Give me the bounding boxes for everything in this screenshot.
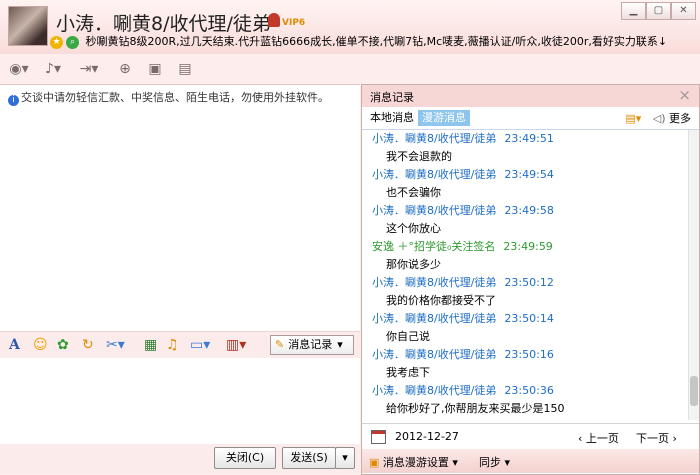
vip-badge: VIP6 — [268, 13, 305, 31]
message-header: 小涛．唰黄8/收代理/徒弟 23:49:51 — [362, 130, 687, 148]
message-text: 我不会退款的 — [386, 150, 452, 163]
message-text: 我的价格你都接受不了 — [386, 294, 496, 307]
message-time: 23:50:14 — [504, 312, 554, 325]
message-sender[interactable]: 小涛．唰黄8/收代理/徒弟 — [372, 168, 496, 181]
font-icon[interactable]: A — [9, 337, 20, 353]
message-text: 我考虑下 — [386, 366, 430, 379]
message-header: 小涛．唰黄8/收代理/徒弟 23:50:14 — [362, 310, 687, 328]
send-button[interactable]: 发送(S) — [282, 447, 336, 469]
chat-toolbar: ◉▾ ♪▾ ⇥▾ ⊕ ▣ ▤ — [0, 54, 700, 84]
avatar[interactable] — [8, 6, 48, 46]
scrollbar[interactable] — [688, 130, 699, 420]
message-sender[interactable]: 小涛．唰黄8/收代理/徒弟 — [372, 132, 496, 145]
message-sender[interactable]: 小涛．唰黄8/收代理/徒弟 — [372, 204, 496, 217]
history-tabs: 本地消息 漫游消息 ▤▾ ◁) 更多 — [362, 107, 699, 130]
send-options-button[interactable]: ▾ — [335, 447, 355, 469]
scrollbar-thumb[interactable] — [690, 376, 698, 406]
history-bottom-bar: ▣ 消息漫游设置 ▾ 同步 ▾ — [362, 449, 699, 473]
screen-share-icon[interactable]: ▣ — [141, 59, 169, 79]
history-tools: ▤▾ ◁) 更多 — [625, 110, 691, 126]
toolbox-icon[interactable]: ▥▾ — [226, 337, 246, 353]
message-header: 小涛．唰黄8/收代理/徒弟 23:49:58 — [362, 202, 687, 220]
message-text: 这个你放心 — [386, 222, 441, 235]
history-icon: ✎ — [275, 338, 285, 351]
message-time: 23:49:54 — [504, 168, 554, 181]
history-title: 消息记录 — [370, 91, 414, 104]
more-button[interactable]: 更多 — [669, 112, 691, 125]
nudge-icon[interactable]: ↻ — [82, 337, 94, 353]
message-header: 小涛．唰黄8/收代理/徒弟 23:49:54 — [362, 166, 687, 184]
speaker-icon[interactable]: ◁) — [653, 112, 666, 125]
message-input[interactable] — [0, 358, 360, 444]
history-title-bar: 消息记录 × — [362, 85, 699, 107]
window-controls: ▁ ▢ ✕ — [621, 2, 696, 20]
prev-page-link[interactable]: ‹ 上一页 — [578, 430, 619, 446]
settings-icon: ▣ — [369, 456, 380, 469]
tab-local-messages[interactable]: 本地消息 — [366, 110, 418, 126]
message-header: 小涛．唰黄8/收代理/徒弟 23:50:36 — [362, 382, 687, 400]
signature-row: ★ ⌕ 秒唰黄钻8级200R,过几天结束.代升蓝钻6666成长,催单不接,代唰7钻… — [50, 33, 667, 49]
message-sender[interactable]: 安逸 ＋°招学徒₀关注签名 — [372, 240, 495, 253]
message-header: 小涛．唰黄8/收代理/徒弟 23:50:16 — [362, 346, 687, 364]
message-list: 小涛．唰黄8/收代理/徒弟 23:49:51 我不会退款的 小涛．唰黄8/收代理/徒弟… — [362, 130, 687, 420]
emoji-icon[interactable]: ☺ — [33, 337, 48, 353]
maximize-button[interactable]: ▢ — [646, 2, 671, 20]
close-window-button[interactable]: ✕ — [671, 2, 696, 20]
message-text: 也不会骗你 — [386, 186, 441, 199]
message-header: 小涛．唰黄8/收代理/徒弟23:50:41 — [362, 418, 687, 420]
message-sender[interactable]: 小涛．唰黄8/收代理/徒弟 — [372, 312, 496, 325]
history-footer: 2012-12-27 ‹ 上一页 下一页 › — [362, 423, 699, 450]
screenshot-icon[interactable]: ✂▾ — [106, 337, 125, 353]
message-time: 23:49:58 — [504, 204, 554, 217]
magic-emoji-icon[interactable]: ✿ — [57, 337, 69, 353]
music-icon[interactable]: ♫ — [166, 337, 179, 353]
history-date[interactable]: 2012-12-27 — [395, 430, 459, 443]
message-time: 23:50:16 — [504, 348, 554, 361]
search-icon[interactable]: ⌕ — [66, 35, 79, 49]
message-time: 23:50:12 — [504, 276, 554, 289]
add-friend-icon[interactable]: ⊕ — [111, 59, 139, 79]
contact-nickname: 小涛．唰黄8/收代理/徒弟 — [56, 13, 271, 35]
screen-icon[interactable]: ▭▾ — [190, 337, 210, 353]
title-bar: 小涛．唰黄8/收代理/徒弟 VIP6 ★ ⌕ 秒唰黄钻8级200R,过几天结束.代… — [0, 0, 700, 54]
sync-button[interactable]: 同步 ▾ — [479, 454, 510, 470]
tab-roam-messages[interactable]: 漫游消息 — [418, 110, 470, 126]
message-sender[interactable]: 小涛．唰黄8/收代理/徒弟 — [372, 348, 496, 361]
star-icon: ★ — [50, 35, 63, 49]
chat-area: i 交谈中请勿轻信汇款、中奖信息、陌生电话，勿使用外挂软件。 A ☺ ✿ ↻ ✂▾… — [0, 84, 360, 474]
minimize-button[interactable]: ▁ — [621, 2, 646, 20]
message-history-button[interactable]: ✎ 消息记录 ▾ — [270, 335, 354, 355]
message-sender[interactable]: 小涛．唰黄8/收代理/徒弟 — [372, 276, 496, 289]
chevron-down-icon: ▾ — [337, 338, 343, 351]
send-bar: 关闭(C) 发送(S) ▾ — [0, 444, 360, 474]
message-text: 那你说多少 — [386, 258, 441, 271]
close-button[interactable]: 关闭(C) — [214, 447, 276, 469]
message-time: 23:50:36 — [504, 384, 554, 397]
format-toolbar: A ☺ ✿ ↻ ✂▾ ▦ ♫ ▭▾ ▥▾ ✎ 消息记录 ▾ — [0, 331, 360, 359]
export-icon[interactable]: ▤▾ — [625, 112, 641, 125]
message-header: 小涛．唰黄8/收代理/徒弟 23:50:12 — [362, 274, 687, 292]
next-page-link[interactable]: 下一页 › — [636, 430, 677, 446]
image-icon[interactable]: ▦ — [144, 337, 157, 353]
video-call-icon[interactable]: ◉▾ — [5, 59, 33, 79]
message-time: 23:49:51 — [504, 132, 554, 145]
vip-crown-icon — [268, 13, 280, 27]
message-header: 安逸 ＋°招学徒₀关注签名 23:49:59 — [362, 238, 687, 256]
transfer-file-icon[interactable]: ⇥▾ — [75, 59, 103, 79]
calendar-icon[interactable] — [371, 430, 386, 444]
close-icon[interactable]: × — [678, 86, 691, 104]
security-notice: i 交谈中请勿轻信汇款、中奖信息、陌生电话，勿使用外挂软件。 — [8, 89, 329, 106]
contact-signature: 秒唰黄钻8级200R,过几天结束.代升蓝钻6666成长,催单不接,代唰7钻,Mc… — [85, 35, 668, 48]
history-panel: 消息记录 × 本地消息 漫游消息 ▤▾ ◁) 更多 小涛．唰黄8/收代理/徒弟 2… — [361, 84, 700, 475]
info-icon: i — [8, 95, 19, 106]
roam-settings-button[interactable]: ▣ 消息漫游设置 ▾ — [369, 454, 458, 470]
message-text: 你自己说 — [386, 330, 430, 343]
message-time: 23:49:59 — [503, 240, 553, 253]
voice-call-icon[interactable]: ♪▾ — [39, 59, 67, 79]
apps-icon[interactable]: ▤ — [171, 59, 199, 79]
message-sender[interactable]: 小涛．唰黄8/收代理/徒弟 — [372, 384, 496, 397]
message-text: 给你秒好了,你帮朋友来买最少是150 — [386, 402, 565, 415]
